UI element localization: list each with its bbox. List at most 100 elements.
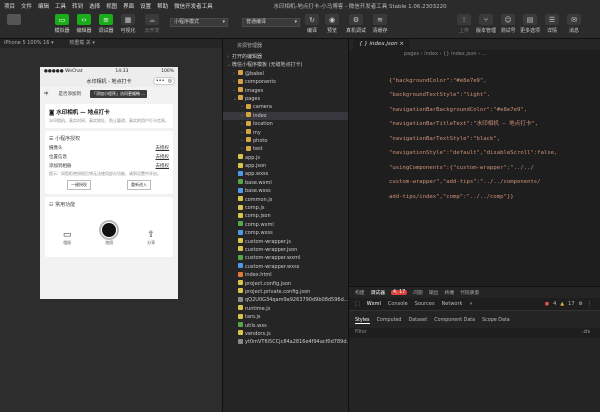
version-button[interactable]: ⑂ 版本管理 [476, 14, 496, 34]
file-item[interactable]: base.wxml [223, 179, 348, 187]
tab-computed[interactable]: Computed [377, 318, 402, 323]
file-item[interactable]: custom-wrapper.wxss [223, 263, 348, 271]
clear-cache-button[interactable]: ≋ 清缓存 [370, 14, 390, 34]
real-debug-button[interactable]: ⚙ 真机调试 [344, 14, 368, 34]
file-item[interactable]: app.wxss [223, 170, 348, 178]
tab-console[interactable]: Console [388, 301, 408, 307]
auth-link[interactable]: 去授权 [156, 154, 170, 160]
messages-button[interactable]: ✉ 消息 [564, 14, 584, 34]
tab-wxml[interactable]: Wxml [367, 301, 381, 307]
auth-link[interactable]: 去授权 [156, 163, 170, 169]
file-item[interactable]: qQ2U0G34qam9a9263790d9b08d596d... [223, 296, 348, 304]
upload-button[interactable]: ⇪ 上传 [454, 14, 474, 34]
file-item[interactable]: comp.wxml [223, 221, 348, 229]
file-item[interactable]: custom-wrapper.js [223, 238, 348, 246]
warning-count[interactable]: 17 [568, 301, 574, 307]
hot-reload-select[interactable]: 热重载 关 ▾ [69, 40, 95, 46]
file-item[interactable]: comp.json [223, 212, 348, 220]
tab-component-data[interactable]: Component Data [434, 318, 475, 323]
extra-button[interactable]: ▤ 更多选项 [520, 14, 540, 34]
one-click-auth-button[interactable]: 一键授权 [67, 180, 91, 190]
folder-item[interactable]: › camera [223, 103, 348, 111]
cloud-button[interactable]: ☁ 云开发 [142, 14, 162, 34]
album-button[interactable]: ▭ 相册 [63, 230, 72, 246]
gear-icon[interactable]: ⚙ [579, 301, 583, 307]
menu-item[interactable]: 项目 [4, 2, 15, 10]
inspect-icon[interactable]: ⬚ [355, 301, 360, 307]
avatar[interactable] [4, 14, 24, 27]
file-item[interactable]: custom-wrapper.json [223, 246, 348, 254]
tab-output[interactable]: 输出 [429, 289, 439, 296]
tab-build[interactable]: 构建 [355, 289, 365, 296]
file-item[interactable]: project.config.json [223, 280, 348, 288]
folder-item[interactable]: › images [223, 87, 348, 95]
file-item[interactable]: vendors.js [223, 330, 348, 338]
menu-item[interactable]: 转到 [72, 2, 83, 10]
tab-index-json[interactable]: { } index.json × [353, 39, 410, 50]
tab-code-quality[interactable]: 代码质量 [460, 289, 479, 296]
more-tabs[interactable]: » [469, 301, 472, 307]
open-editors-section[interactable]: › 打开的编辑器 [223, 53, 348, 61]
compile-button[interactable]: ↻ 编译 [302, 14, 322, 34]
tab-debugger[interactable]: 调试器 [371, 289, 385, 296]
file-item[interactable]: common.js [223, 196, 348, 204]
file-item[interactable]: taro.js [223, 313, 348, 321]
folder-item[interactable]: › index [223, 111, 348, 121]
menu-item[interactable]: 视图 [106, 2, 117, 10]
code-content[interactable]: {"backgroundColor":"#e8e7e9", "background… [349, 59, 600, 233]
editor-button[interactable]: ‹› 编辑器 [74, 14, 94, 34]
kebab-icon[interactable]: ⋮ [587, 301, 592, 307]
auth-link[interactable]: 去授权 [156, 145, 170, 151]
tab-dataset[interactable]: Dataset [408, 318, 427, 323]
tip-popup[interactable]: 「添加小程序」访问更顺畅 ... [90, 90, 148, 98]
menu-item[interactable]: 界面 [123, 2, 134, 10]
tab-problems[interactable]: 问题 [413, 289, 423, 296]
cls-toggle[interactable]: .cls [582, 328, 590, 338]
file-item[interactable]: index.html [223, 271, 348, 279]
device-select[interactable]: iPhone 5 100% 16 ▾ [4, 40, 54, 46]
details-button[interactable]: ☰ 详情 [542, 14, 562, 34]
file-item[interactable]: custom-wrapper.wxml [223, 254, 348, 262]
menu-item[interactable]: 编辑 [38, 2, 49, 10]
folder-item[interactable]: › @babel [223, 70, 348, 78]
debugger-button[interactable]: ≡ 调试器 [96, 14, 116, 34]
close-circle-icon[interactable]: ◎ [168, 78, 172, 84]
file-item[interactable]: yt0mVT6i5CCjc84a2816e4f94acf0d789d... [223, 338, 348, 346]
tab-network[interactable]: Network [442, 301, 463, 307]
menu-item[interactable]: 选择 [89, 2, 100, 10]
file-item[interactable]: runtime.js [223, 305, 348, 313]
mode-select[interactable]: 小程序模式 [170, 18, 228, 27]
error-count[interactable]: 4 [553, 301, 556, 307]
menu-item[interactable]: 帮助 [157, 2, 168, 10]
folder-item[interactable]: ⌄ pages [223, 95, 348, 103]
more-icon[interactable]: ••• [156, 78, 165, 84]
tab-sources[interactable]: Sources [415, 301, 435, 307]
file-item[interactable]: utils.wxs [223, 322, 348, 330]
tab-styles[interactable]: Styles [355, 318, 370, 324]
reenter-button[interactable]: 重新进入 [127, 180, 151, 190]
share-button[interactable]: ⇧ 分享 [147, 230, 155, 246]
tab-terminal[interactable]: 终端 [444, 289, 454, 296]
folder-item[interactable]: › my [223, 129, 348, 137]
file-item[interactable]: app.json [223, 162, 348, 170]
menu-item[interactable]: 设置 [140, 2, 151, 10]
file-item[interactable]: comp.js [223, 204, 348, 212]
folder-item[interactable]: › test [223, 145, 348, 153]
menu-item[interactable]: 工具 [55, 2, 66, 10]
filter-input[interactable]: Filter .cls [349, 328, 600, 338]
file-item[interactable]: base.wxss [223, 187, 348, 195]
menu-item[interactable]: 微信开发者工具 [174, 2, 213, 10]
folder-item[interactable]: › location [223, 120, 348, 128]
file-item[interactable]: project.private.config.json [223, 288, 348, 296]
folder-item[interactable]: › photo [223, 137, 348, 145]
menu-item[interactable]: 文件 [21, 2, 32, 10]
folder-item[interactable]: › components [223, 78, 348, 86]
capsule-menu[interactable]: ••• ◎ [153, 77, 175, 85]
preview-button[interactable]: ◉ 预览 [322, 14, 342, 34]
shoot-button[interactable]: 拍照 [99, 220, 120, 246]
file-item[interactable]: comp.wxss [223, 229, 348, 237]
test-account-button[interactable]: ☺ 测试号 [498, 14, 518, 34]
file-item[interactable]: app.js [223, 154, 348, 162]
project-root[interactable]: ⌄微信小程序模板 (无缝地点打卡) [223, 61, 348, 69]
simulator-button[interactable]: ▭ 模拟器 [52, 14, 72, 34]
